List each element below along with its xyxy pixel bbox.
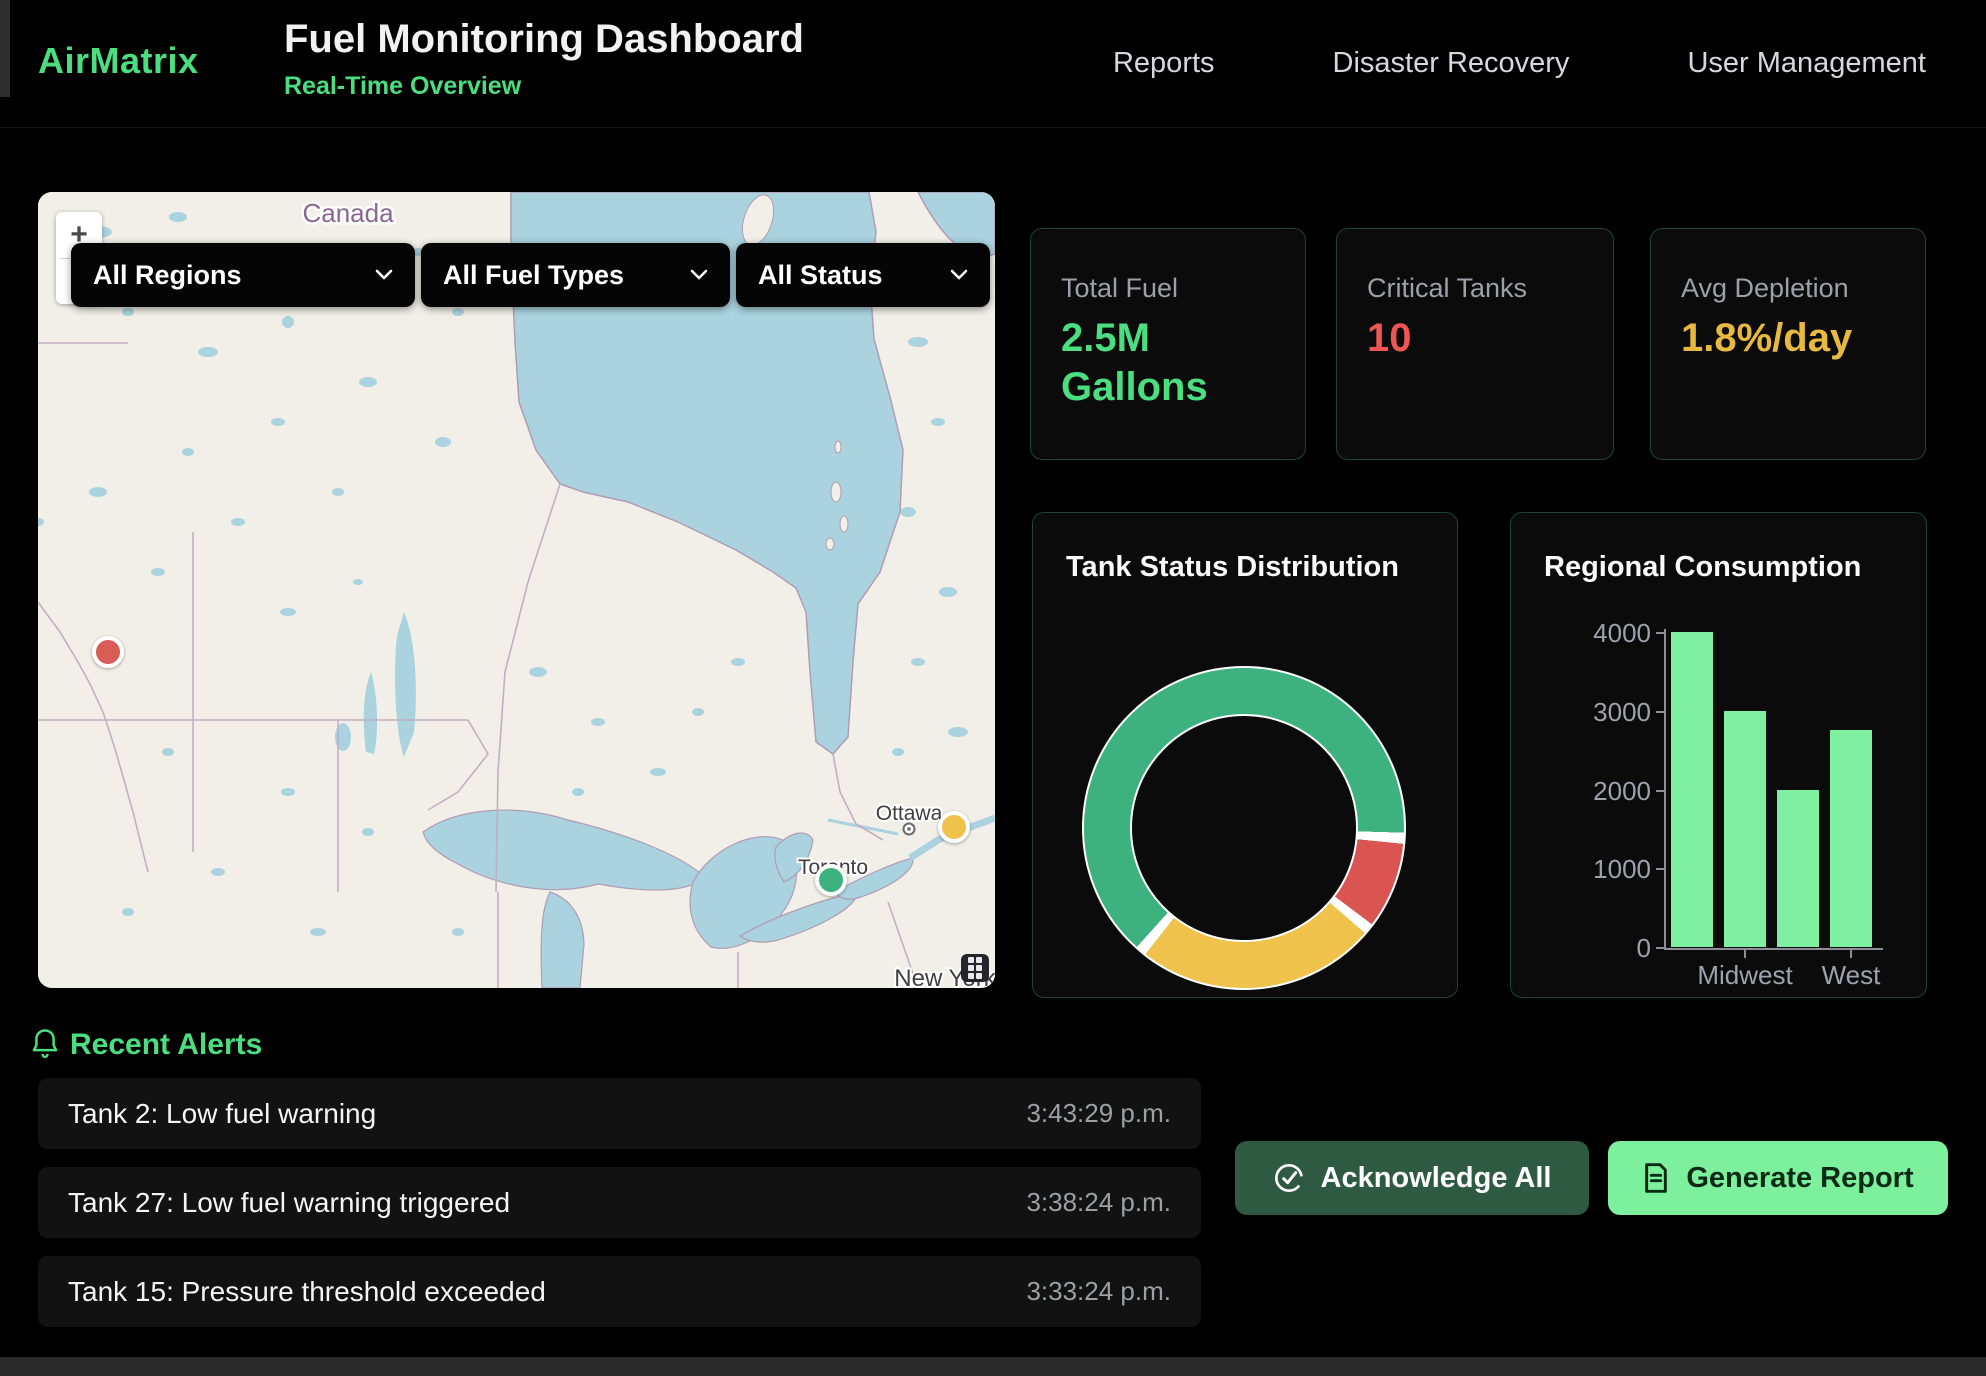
acknowledge-all-button[interactable]: Acknowledge All — [1235, 1141, 1589, 1215]
x-tick-mark — [1850, 950, 1852, 958]
map-canvas: Canada Ottawa Toronto New York — [38, 192, 995, 988]
main-nav: Reports Disaster Recovery User Managemen… — [1113, 0, 1926, 127]
stat-label: Critical Tanks — [1367, 273, 1613, 304]
y-axis — [1664, 629, 1666, 950]
nav-disaster-recovery[interactable]: Disaster Recovery — [1333, 47, 1570, 80]
map-filters: All Regions All Fuel Types All Status — [71, 243, 990, 307]
nav-reports[interactable]: Reports — [1113, 47, 1215, 80]
status-filter-dropdown[interactable]: All Status — [736, 243, 990, 307]
fuel-type-filter-dropdown[interactable]: All Fuel Types — [421, 243, 730, 307]
stat-label: Avg Depletion — [1681, 273, 1925, 304]
stat-value: 10 — [1367, 314, 1613, 363]
status-filter-value: All Status — [758, 260, 883, 291]
stat-label: Total Fuel — [1061, 273, 1305, 304]
stat-card-total-fuel: Total Fuel 2.5M Gallons — [1030, 228, 1306, 460]
acknowledge-all-label: Acknowledge All — [1321, 1162, 1552, 1195]
tank-status-card: Tank Status Distribution — [1032, 512, 1458, 998]
map-drag-handle-icon[interactable] — [961, 954, 989, 982]
bar-3 — [1830, 730, 1872, 947]
generate-report-label: Generate Report — [1686, 1162, 1913, 1195]
bell-icon — [30, 1028, 60, 1060]
label-canada: Canada — [302, 198, 394, 228]
brand-logo: AirMatrix — [38, 40, 199, 82]
regional-consumption-card: Regional Consumption 01000200030004000Mi… — [1510, 512, 1927, 998]
tank-marker-normal[interactable] — [815, 864, 847, 896]
document-icon — [1642, 1162, 1670, 1194]
alert-timestamp: 3:33:24 p.m. — [1026, 1276, 1171, 1307]
y-tick-mark — [1656, 790, 1664, 792]
stat-value: 2.5M Gallons — [1061, 314, 1241, 412]
alert-row[interactable]: Tank 15: Pressure threshold exceeded 3:3… — [38, 1256, 1201, 1327]
check-circle-icon — [1273, 1162, 1305, 1194]
fuel-type-filter-value: All Fuel Types — [443, 260, 624, 291]
alert-timestamp: 3:43:29 p.m. — [1026, 1098, 1171, 1129]
region-filter-value: All Regions — [93, 260, 242, 291]
region-filter-dropdown[interactable]: All Regions — [71, 243, 415, 307]
chevron-down-icon — [690, 269, 708, 281]
recent-alerts-heading: Recent Alerts — [70, 1028, 262, 1062]
y-tick-label: 4000 — [1541, 618, 1651, 649]
y-tick-mark — [1656, 947, 1664, 949]
y-tick-label: 2000 — [1541, 776, 1651, 807]
stat-card-critical-tanks: Critical Tanks 10 — [1336, 228, 1614, 460]
y-tick-mark — [1656, 711, 1664, 713]
stat-value: 1.8%/day — [1681, 314, 1831, 363]
y-tick-mark — [1656, 632, 1664, 634]
alert-row[interactable]: Tank 2: Low fuel warning 3:43:29 p.m. — [38, 1078, 1201, 1149]
donut-hole — [1130, 714, 1358, 942]
x-tick-mark — [1744, 950, 1746, 958]
chevron-down-icon — [375, 269, 393, 281]
tank-marker-critical[interactable] — [92, 636, 124, 668]
y-tick-mark — [1656, 868, 1664, 870]
bar-0 — [1671, 632, 1713, 947]
bar-2 — [1777, 790, 1819, 948]
nav-user-management[interactable]: User Management — [1687, 47, 1926, 80]
bar-1 — [1724, 711, 1766, 947]
alert-message: Tank 27: Low fuel warning triggered — [68, 1187, 510, 1219]
y-tick-label: 1000 — [1541, 854, 1651, 885]
chart-title: Tank Status Distribution — [1066, 551, 1399, 584]
y-tick-label: 0 — [1541, 933, 1651, 964]
stat-card-avg-depletion: Avg Depletion 1.8%/day — [1650, 228, 1926, 460]
tank-status-donut-chart — [1082, 666, 1406, 990]
page-subtitle: Real-Time Overview — [284, 72, 521, 101]
screen-edge-strip — [0, 0, 10, 97]
generate-report-button[interactable]: Generate Report — [1608, 1141, 1948, 1215]
screen-bottom-strip — [0, 1357, 1986, 1376]
alert-row[interactable]: Tank 27: Low fuel warning triggered 3:38… — [38, 1167, 1201, 1238]
regional-consumption-bar-chart: 01000200030004000MidwestWest — [1511, 513, 1928, 999]
chevron-down-icon — [950, 269, 968, 281]
label-ottawa: Ottawa — [876, 802, 943, 825]
alert-message: Tank 15: Pressure threshold exceeded — [68, 1276, 546, 1308]
x-tick-label: West — [1781, 960, 1921, 991]
alert-timestamp: 3:38:24 p.m. — [1026, 1187, 1171, 1218]
page-title: Fuel Monitoring Dashboard — [284, 17, 804, 62]
y-tick-label: 3000 — [1541, 697, 1651, 728]
header: AirMatrix Fuel Monitoring Dashboard Real… — [0, 0, 1986, 128]
tank-marker-warning[interactable] — [938, 811, 970, 843]
alert-message: Tank 2: Low fuel warning — [68, 1098, 376, 1130]
map-panel[interactable]: Canada Ottawa Toronto New York + − All R… — [38, 192, 995, 988]
